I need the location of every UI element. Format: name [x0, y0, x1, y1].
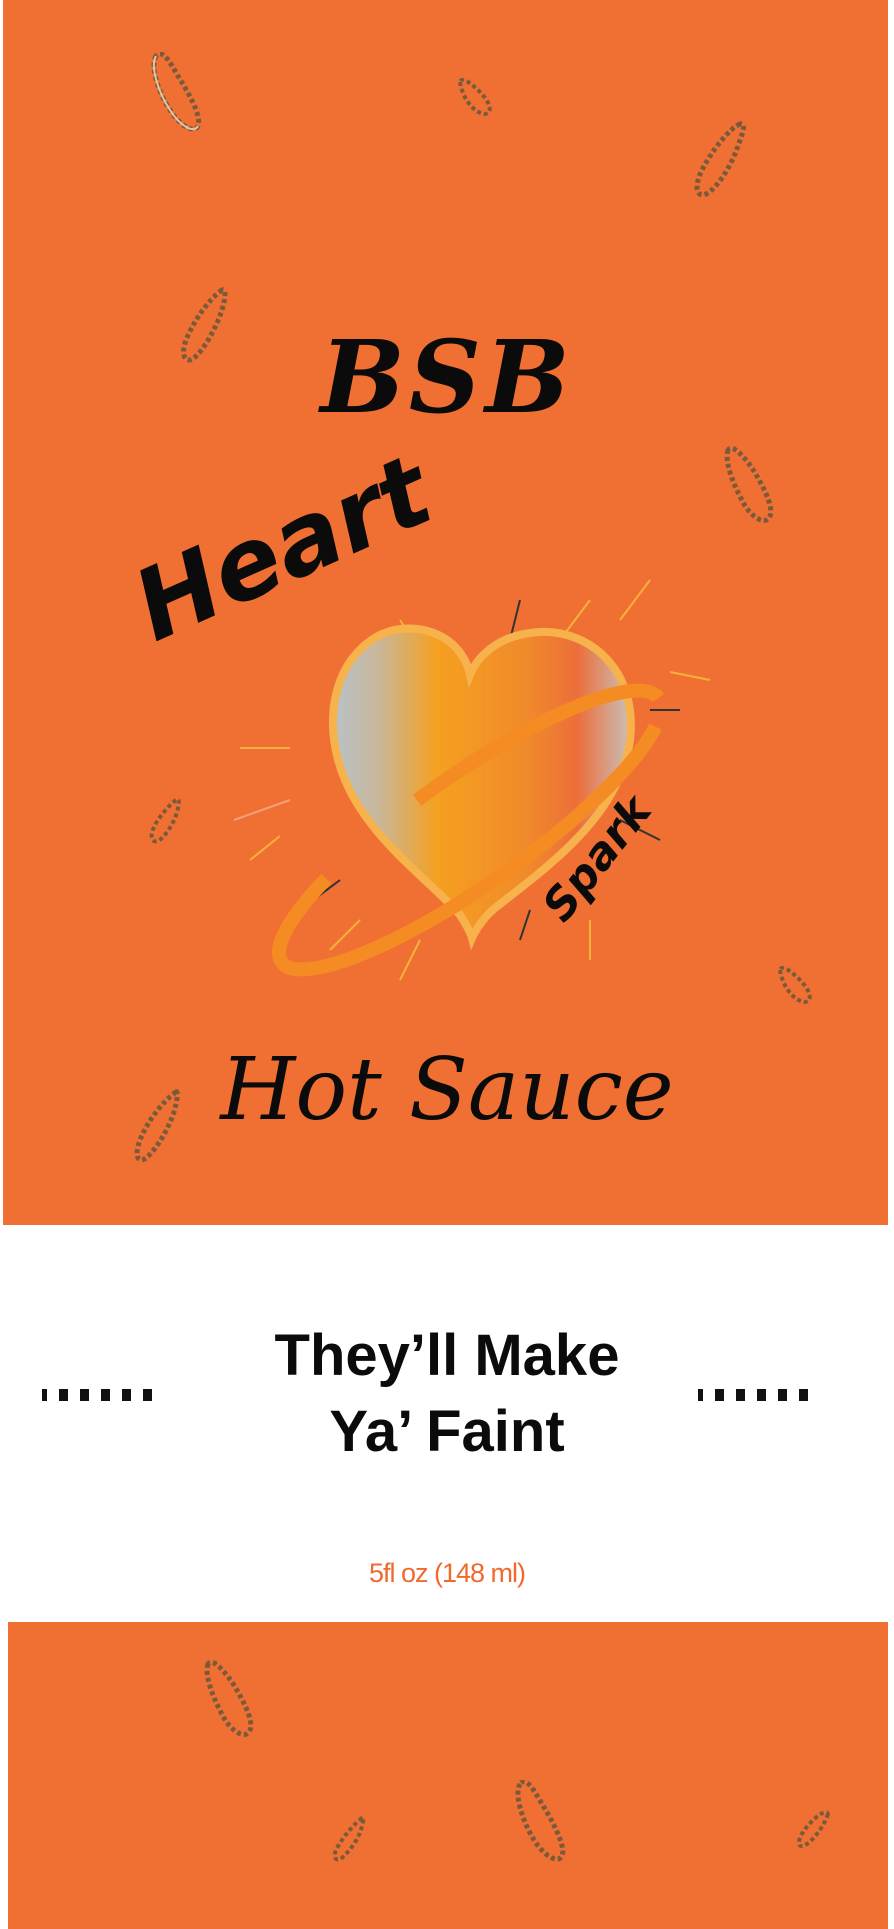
heart-spark-logo: [233, 579, 711, 981]
chili-pepper-icon: [777, 965, 812, 1005]
chili-pepper-icon: [797, 1810, 831, 1849]
brand-name: BSB: [320, 318, 574, 436]
bottom-label-panel: [8, 1622, 888, 1929]
tagline-line-1: They’ll Make: [274, 1323, 620, 1388]
volume-label: 5fl oz (148 ml): [368, 1558, 526, 1588]
chili-pepper-icon: [515, 1780, 566, 1862]
product-name: Hot Sauce: [220, 1040, 674, 1140]
chili-pepper-icon: [724, 446, 774, 523]
chili-pepper-icon: [204, 1660, 254, 1737]
tagline: They’ll Make Ya’ Faint: [0, 1318, 894, 1470]
tagline-line-2: Ya’ Faint: [329, 1399, 565, 1464]
chili-pepper-icon: [151, 52, 202, 132]
chili-pepper-icon: [332, 1815, 366, 1862]
chili-pepper-icon: [457, 77, 492, 117]
chili-pepper-icon: [149, 797, 181, 844]
chili-pepper-icon: [694, 121, 746, 198]
